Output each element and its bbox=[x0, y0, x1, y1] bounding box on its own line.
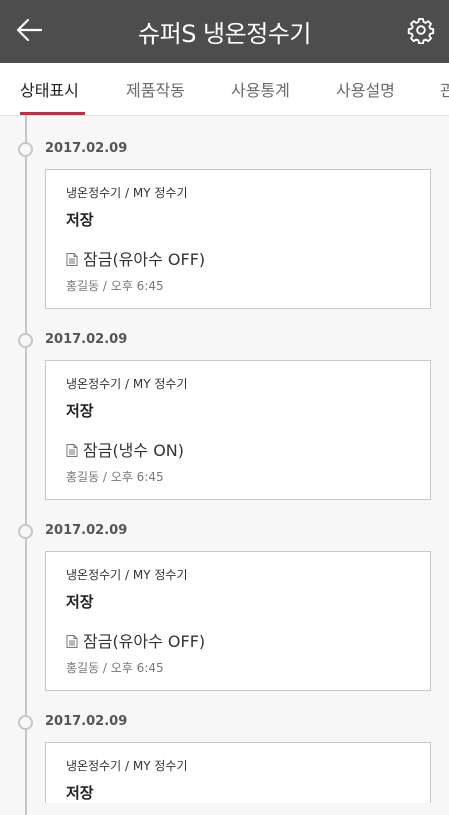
active-tab-indicator bbox=[20, 112, 85, 115]
tab-statistics[interactable]: 사용통계 bbox=[231, 77, 290, 101]
card-status-text: 잠금(유아수 OFF) bbox=[83, 632, 206, 651]
card-title: 저장 bbox=[66, 211, 94, 229]
tab-status[interactable]: 상태표시 bbox=[20, 77, 79, 101]
card-status: 잠금(냉수 ON) bbox=[66, 437, 184, 461]
timeline-dot bbox=[18, 715, 33, 730]
entry-date: 2017.02.09 bbox=[45, 141, 128, 156]
card-title: 저장 bbox=[66, 593, 94, 611]
history-card[interactable]: 냉온정수기 / MY 정수기 저장 잠금(냉수 ON) 홍길동 / 오후 6:4… bbox=[45, 360, 431, 500]
entry-date: 2017.02.09 bbox=[45, 714, 128, 729]
history-card[interactable]: 냉온정수기 / MY 정수기 저장 bbox=[45, 742, 431, 803]
document-icon bbox=[66, 444, 78, 457]
tab-operation[interactable]: 제품작동 bbox=[126, 77, 185, 101]
card-path: 냉온정수기 / MY 정수기 bbox=[66, 377, 188, 391]
entry-date: 2017.02.09 bbox=[45, 332, 128, 347]
settings-button[interactable] bbox=[407, 16, 435, 45]
card-status-text: 잠금(냉수 ON) bbox=[83, 441, 185, 460]
timeline-line bbox=[25, 115, 27, 815]
page-title: 슈퍼S 냉온정수기 bbox=[138, 20, 311, 48]
tab-management[interactable]: 관 bbox=[440, 77, 449, 101]
card-meta: 홍길동 / 오후 6:45 bbox=[66, 470, 164, 484]
document-icon bbox=[66, 253, 78, 266]
timeline-dot bbox=[18, 333, 33, 348]
history-card[interactable]: 냉온정수기 / MY 정수기 저장 잠금(유아수 OFF) 홍길동 / 오후 6… bbox=[45, 551, 431, 691]
gear-icon bbox=[407, 17, 435, 45]
app-header: 슈퍼S 냉온정수기 bbox=[0, 0, 449, 63]
tab-manual[interactable]: 사용설명 bbox=[336, 77, 395, 101]
card-path: 냉온정수기 / MY 정수기 bbox=[66, 568, 188, 582]
card-status: 잠금(유아수 OFF) bbox=[66, 628, 205, 652]
timeline-dot bbox=[18, 524, 33, 539]
history-card[interactable]: 냉온정수기 / MY 정수기 저장 잠금(유아수 OFF) 홍길동 / 오후 6… bbox=[45, 169, 431, 309]
card-meta: 홍길동 / 오후 6:45 bbox=[66, 279, 164, 293]
timeline-dot bbox=[18, 142, 33, 157]
document-icon bbox=[66, 635, 78, 648]
card-path: 냉온정수기 / MY 정수기 bbox=[66, 759, 188, 773]
card-status: 잠금(유아수 OFF) bbox=[66, 246, 205, 270]
card-title: 저장 bbox=[66, 784, 94, 802]
tab-bar: 상태표시 제품작동 사용통계 사용설명 관 bbox=[0, 63, 449, 116]
card-meta: 홍길동 / 오후 6:45 bbox=[66, 661, 164, 675]
card-status-text: 잠금(유아수 OFF) bbox=[83, 250, 206, 269]
entry-date: 2017.02.09 bbox=[45, 523, 128, 538]
card-title: 저장 bbox=[66, 402, 94, 420]
card-path: 냉온정수기 / MY 정수기 bbox=[66, 186, 188, 200]
